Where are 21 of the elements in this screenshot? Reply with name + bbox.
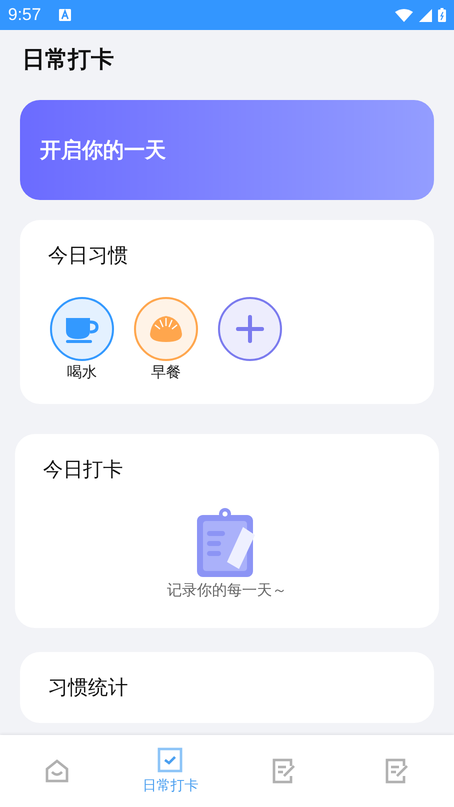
card-title: 今日习惯 [48, 242, 129, 269]
note-edit-icon [384, 758, 410, 784]
app-notification-icon [59, 9, 72, 21]
card-title: 习惯统计 [48, 674, 129, 701]
page-title: 日常打卡 [22, 46, 115, 75]
empty-state-text: 记录你的每一天～ [167, 581, 287, 600]
habit-label: 早餐 [151, 363, 181, 382]
banner-text: 开启你的一天 [40, 137, 166, 164]
plus-icon [236, 315, 264, 343]
note-edit-icon [270, 758, 297, 784]
bun-icon [148, 314, 184, 344]
tab[interactable]: 日常打卡 [114, 735, 227, 807]
signal-icon [419, 8, 432, 22]
habit-label: 喝水 [67, 363, 97, 382]
status-time: 9:57 [8, 5, 42, 25]
battery-icon [438, 8, 446, 22]
card-title: 今日打卡 [43, 456, 124, 483]
cup-icon [64, 315, 100, 343]
checkbox-icon [157, 747, 184, 773]
wifi-icon [395, 8, 413, 22]
home-icon [44, 758, 70, 784]
